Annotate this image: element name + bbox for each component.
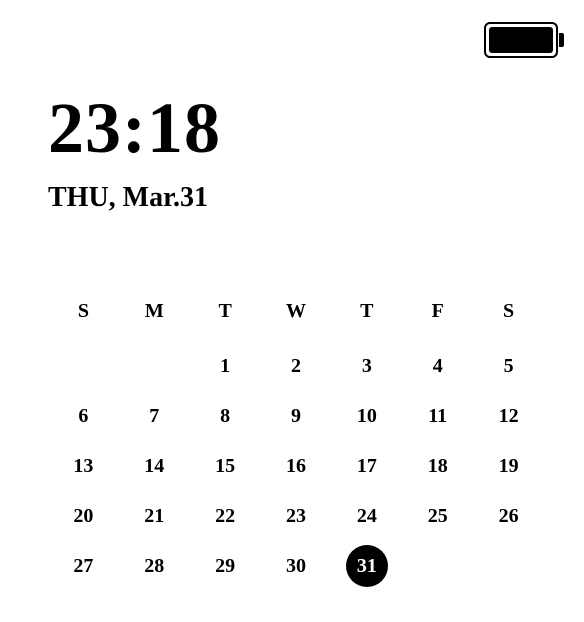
calendar: S M T W T F S 12345678910111213141516171… xyxy=(48,300,544,600)
calendar-day: 30 xyxy=(261,550,332,582)
calendar-day: 19 xyxy=(473,450,544,482)
weekday-label: T xyxy=(190,300,261,328)
calendar-day xyxy=(119,350,190,382)
calendar-day: 15 xyxy=(190,450,261,482)
calendar-day: 4 xyxy=(402,350,473,382)
calendar-row: 13141516171819 xyxy=(48,450,544,482)
calendar-day: 14 xyxy=(119,450,190,482)
calendar-day: 8 xyxy=(190,400,261,432)
weekday-label: F xyxy=(402,300,473,328)
calendar-day: 7 xyxy=(119,400,190,432)
calendar-day: 27 xyxy=(48,550,119,582)
date-display: THU, Mar.31 xyxy=(48,182,221,214)
calendar-day xyxy=(48,350,119,382)
calendar-day: 9 xyxy=(261,400,332,432)
weekday-label: T xyxy=(331,300,402,328)
calendar-day xyxy=(402,550,473,582)
calendar-day: 11 xyxy=(402,400,473,432)
calendar-day: 24 xyxy=(331,500,402,532)
time-display: 23:18 xyxy=(48,92,221,164)
calendar-day: 20 xyxy=(48,500,119,532)
calendar-day: 29 xyxy=(190,550,261,582)
calendar-day: 13 xyxy=(48,450,119,482)
calendar-day: 23 xyxy=(261,500,332,532)
calendar-day: 10 xyxy=(331,400,402,432)
calendar-body: 1234567891011121314151617181920212223242… xyxy=(48,350,544,582)
calendar-day: 21 xyxy=(119,500,190,532)
calendar-day: 17 xyxy=(331,450,402,482)
calendar-day: 3 xyxy=(331,350,402,382)
calendar-day xyxy=(473,550,544,582)
weekday-label: S xyxy=(473,300,544,328)
calendar-day: 6 xyxy=(48,400,119,432)
calendar-day: 25 xyxy=(402,500,473,532)
calendar-day: 12 xyxy=(473,400,544,432)
calendar-day: 28 xyxy=(119,550,190,582)
calendar-row: 6789101112 xyxy=(48,400,544,432)
calendar-day: 22 xyxy=(190,500,261,532)
battery-icon xyxy=(484,22,564,58)
calendar-day: 1 xyxy=(190,350,261,382)
calendar-weekday-header: S M T W T F S xyxy=(48,300,544,328)
calendar-row: 20212223242526 xyxy=(48,500,544,532)
calendar-day: 5 xyxy=(473,350,544,382)
calendar-day: 26 xyxy=(473,500,544,532)
calendar-row: 2728293031 xyxy=(48,550,544,582)
calendar-row: 12345 xyxy=(48,350,544,382)
calendar-day: 2 xyxy=(261,350,332,382)
calendar-day: 16 xyxy=(261,450,332,482)
weekday-label: M xyxy=(119,300,190,328)
calendar-day: 18 xyxy=(402,450,473,482)
clock-block: 23:18 THU, Mar.31 xyxy=(48,92,221,214)
weekday-label: W xyxy=(261,300,332,328)
weekday-label: S xyxy=(48,300,119,328)
calendar-day: 31 xyxy=(331,550,402,582)
